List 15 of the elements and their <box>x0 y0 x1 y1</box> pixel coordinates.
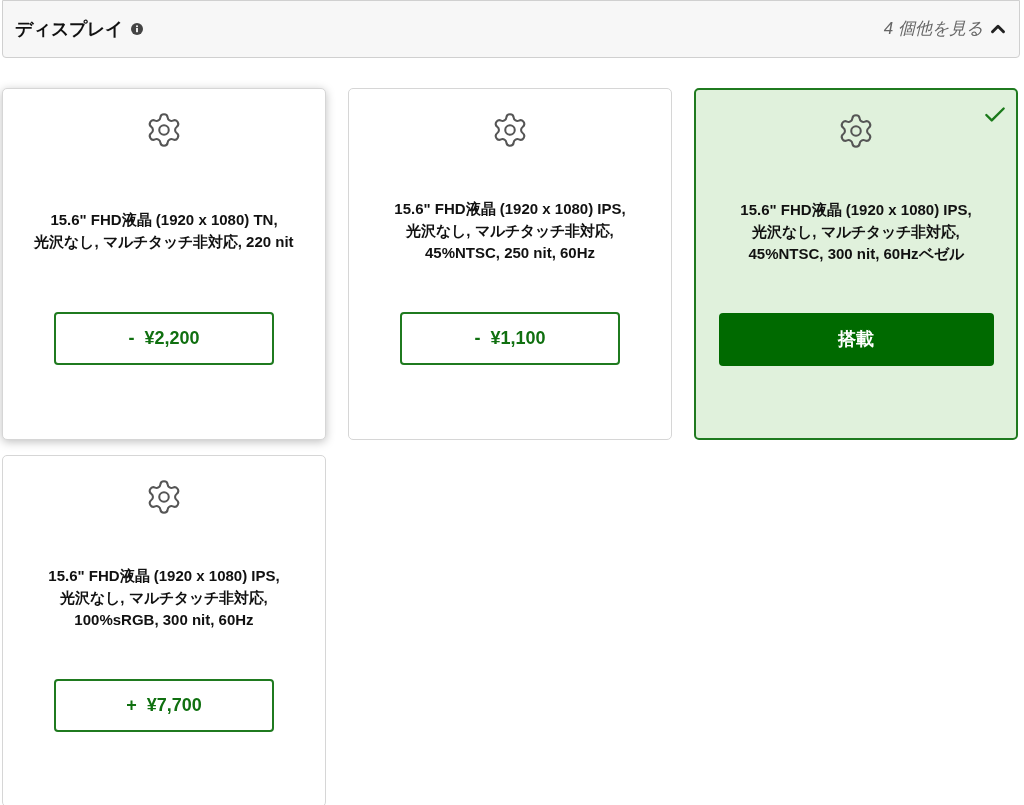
option-card[interactable]: 15.6" FHD液晶 (1920 x 1080) IPS, 光沢なし, マルチタッチ非対応, 45%NTSC, 250 nit, 60Hz - ¥1,100 <box>348 88 672 440</box>
option-description: 15.6" FHD液晶 (1920 x 1080) IPS, 光沢なし, マルチタッチ非対応, 45%NTSC, 300 nit, 60Hzベゼル <box>740 199 972 264</box>
info-icon <box>131 23 143 35</box>
equipped-button[interactable]: 搭載 <box>718 313 994 366</box>
section-title: ディスプレイ <box>15 17 123 41</box>
show-more-link[interactable]: 4 個他を見る <box>883 16 1009 42</box>
option-description: 15.6" FHD液晶 (1920 x 1080) TN, 光沢なし, マルチタッチ非対応, 220 nit <box>34 209 294 252</box>
price-button[interactable]: + ¥7,700 <box>54 679 274 732</box>
price-button[interactable]: - ¥1,100 <box>400 312 620 365</box>
option-description: 15.6" FHD液晶 (1920 x 1080) IPS, 光沢なし, マルチタッチ非対応, 45%NTSC, 250 nit, 60Hz <box>394 198 626 263</box>
option-card[interactable]: 15.6" FHD液晶 (1920 x 1080) IPS, 光沢なし, マルチタッチ非対応, 100%sRGB, 300 nit, 60Hz + ¥7,700 <box>2 455 326 805</box>
option-description: 15.6" FHD液晶 (1920 x 1080) IPS, 光沢なし, マルチタッチ非対応, 100%sRGB, 300 nit, 60Hz <box>48 565 280 630</box>
price-button[interactable]: - ¥2,200 <box>54 312 274 365</box>
option-card[interactable]: 15.6" FHD液晶 (1920 x 1080) IPS, 光沢なし, マルチタッチ非対応, 45%NTSC, 300 nit, 60Hzベゼル 搭載 <box>694 88 1018 440</box>
option-card[interactable]: 15.6" FHD液晶 (1920 x 1080) TN, 光沢なし, マルチタッチ非対応, 220 nit - ¥2,200 <box>2 88 326 440</box>
